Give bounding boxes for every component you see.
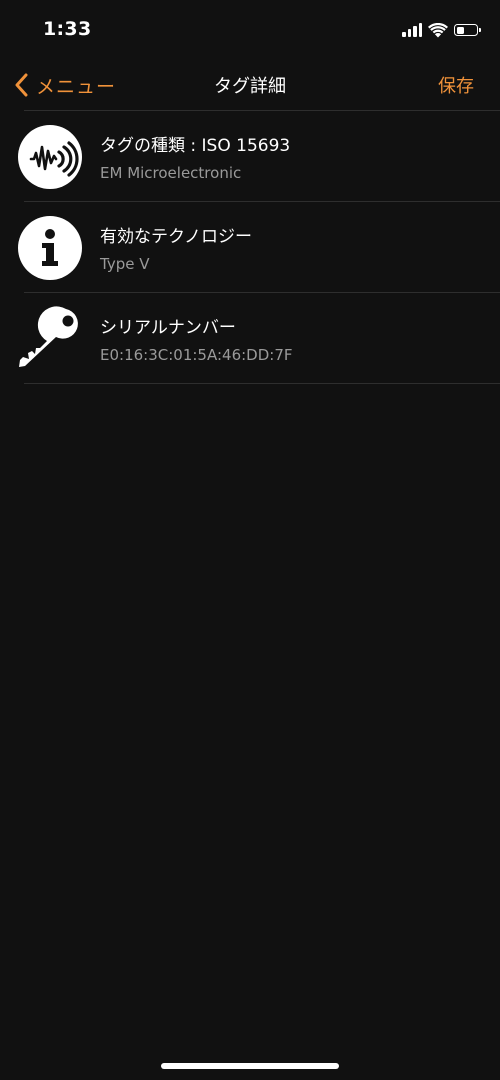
technology-title: 有効なテクノロジー <box>100 227 252 247</box>
technology-value: Type V <box>100 255 150 273</box>
battery-level <box>456 26 465 34</box>
signal-icon <box>402 23 422 37</box>
status-icons <box>402 20 481 40</box>
nfc-tag-icon <box>18 125 82 189</box>
tag-detail-list: タグの種類 : ISO 15693 EM Microelectronic 有効な… <box>0 111 500 384</box>
row-divider <box>24 383 500 384</box>
list-item-tag-type: タグの種類 : ISO 15693 EM Microelectronic <box>0 111 500 202</box>
navigation-bar: メニュー タグ詳細 保存 <box>0 60 500 110</box>
serial-number-value: E0:16:3C:01:5A:46:DD:7F <box>100 346 293 364</box>
tag-type-title: タグの種類 : ISO 15693 <box>100 136 291 156</box>
home-indicator[interactable] <box>161 1063 339 1069</box>
status-bar: 1:33 <box>0 0 500 60</box>
key-icon <box>16 305 86 373</box>
tag-type-value: EM Microelectronic <box>100 164 242 182</box>
serial-number-title: シリアルナンバー <box>100 318 236 338</box>
page-title: タグ詳細 <box>214 76 286 97</box>
battery-icon <box>454 24 481 36</box>
info-icon <box>18 216 82 280</box>
save-button[interactable]: 保存 <box>438 72 474 98</box>
list-item-serial-number: シリアルナンバー E0:16:3C:01:5A:46:DD:7F <box>0 293 500 384</box>
status-time: 1:33 <box>43 18 92 40</box>
wifi-icon <box>428 22 448 37</box>
list-item-technology: 有効なテクノロジー Type V <box>0 202 500 293</box>
